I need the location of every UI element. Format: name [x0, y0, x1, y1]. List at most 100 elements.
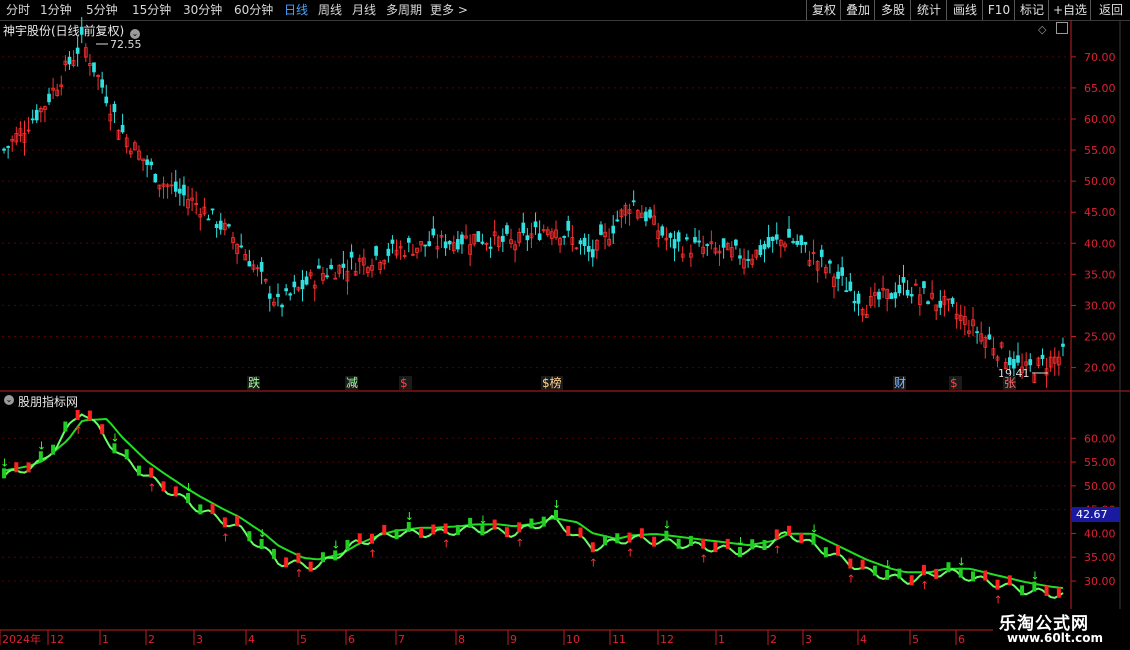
- candle-body: [100, 79, 104, 88]
- up-arrow-icon: ↑: [626, 547, 635, 560]
- candle-body: [505, 225, 509, 234]
- main-chart-title: 神宇股份(日线 前复权) ⌄: [3, 22, 141, 39]
- signal-bar: [578, 527, 583, 538]
- candle-body: [284, 288, 288, 292]
- y-tick-label: 50.00: [1084, 175, 1116, 188]
- main-y-ticks: 70.00 65.00 60.00 55.00 50.00 45.00 40.00 35.00…: [1071, 51, 1116, 375]
- candles: [2, 16, 1065, 388]
- signal-bar: [480, 525, 485, 536]
- down-arrow-icon: ↓: [331, 538, 340, 551]
- signal-bar: [529, 518, 534, 529]
- signal-bar: [235, 516, 240, 527]
- x-ticks: 2024年 12 1 2 3 4 5 6 7 8 9 10 11 12 1 2 3 4 5 6: [0, 630, 965, 646]
- candle-body: [333, 277, 338, 280]
- main-grid: [2, 56, 1071, 369]
- candle-body: [852, 300, 857, 304]
- signal-bar: [725, 538, 730, 549]
- candle-body: [47, 93, 51, 103]
- candle-body: [480, 241, 485, 244]
- signal-bar: [161, 481, 166, 492]
- candle-body: [705, 244, 710, 246]
- signal-bar: [1020, 585, 1025, 596]
- candle-body: [721, 238, 726, 248]
- y-tick-label: 65.00: [1084, 82, 1116, 95]
- x-tick-label: 2: [148, 633, 155, 646]
- signal-bar: [517, 522, 522, 533]
- candle-body: [631, 200, 636, 203]
- indicator-slow-line: [3, 417, 1064, 589]
- candle-body: [247, 261, 252, 267]
- y-tick-label: 60.00: [1084, 113, 1116, 126]
- x-tick-label: 2024年: [2, 632, 41, 646]
- signal-bar: [737, 547, 742, 558]
- up-arrow-icon: ↑: [294, 567, 303, 580]
- candle-body: [774, 234, 779, 240]
- candle-body: [840, 267, 845, 276]
- y-tick-label: 50.00: [1084, 480, 1116, 493]
- down-arrow-icon: ↓: [258, 527, 267, 540]
- signal-bar: [603, 535, 608, 546]
- down-arrow-icon: ↓: [0, 456, 9, 469]
- window-icon[interactable]: [1056, 22, 1068, 34]
- candle-body: [766, 236, 771, 248]
- x-tick-label: 11: [612, 633, 626, 646]
- candle-body: [317, 265, 321, 269]
- signal-bar: [885, 569, 890, 580]
- x-tick-label: 3: [196, 633, 203, 646]
- y-tick-label: 40.00: [1084, 237, 1116, 250]
- candle-body: [267, 293, 272, 299]
- down-arrow-icon: ↓: [405, 510, 414, 523]
- indicator-grid: [2, 437, 1071, 582]
- candle-body: [819, 249, 824, 257]
- signal-bar: [198, 504, 203, 515]
- signal-bar: [51, 444, 56, 455]
- candle-body: [112, 103, 117, 113]
- candle-body: [423, 244, 427, 247]
- candle-body: [1061, 343, 1065, 347]
- marker-label: $榜: [542, 375, 562, 390]
- candle-body: [406, 238, 411, 243]
- x-tick-label: 7: [398, 633, 405, 646]
- signal-bar: [664, 530, 669, 541]
- chevron-down-icon[interactable]: ⌄: [130, 29, 141, 39]
- signal-bar: [995, 579, 1000, 590]
- x-tick-label: 1: [102, 633, 109, 646]
- signal-bar: [492, 519, 497, 530]
- candle-body: [975, 331, 979, 334]
- signal-bar: [271, 548, 276, 559]
- x-tick-label: 4: [248, 633, 255, 646]
- candle-body: [770, 236, 775, 242]
- signal-bar: [296, 552, 301, 563]
- y-tick-label: 70.00: [1084, 51, 1116, 64]
- signal-bar: [971, 571, 976, 582]
- candle-body: [173, 181, 178, 192]
- signal-bar: [897, 568, 902, 579]
- signal-bar: [38, 451, 43, 462]
- kline-chart[interactable]: ↓ ↓ ↑ ↓ ↑ ↓ ↑ ↓ ↑ ↓ ↑ ↓ ↑ ↓ ↑ ↓ ↑ ↑ ↓ ↑ ↓ ↑ ↓ ↑ ↓ ↑ ↓ ↑ ↓ 70.00 65.00…: [0, 0, 1130, 650]
- y-tick-label: 55.00: [1084, 456, 1116, 469]
- candle-body: [533, 221, 538, 228]
- diamond-icon[interactable]: ◇: [1038, 23, 1046, 36]
- candle-body: [476, 231, 481, 242]
- candle-body: [120, 124, 125, 133]
- x-tick-label: 6: [348, 633, 355, 646]
- signal-bar: [615, 533, 620, 544]
- signal-bar: [909, 575, 914, 586]
- x-tick-label: 1: [718, 633, 725, 646]
- y-tick-label: 25.00: [1084, 331, 1116, 344]
- signal-bar: [590, 542, 595, 553]
- signal-bar: [627, 532, 632, 543]
- candle-body: [648, 209, 652, 218]
- watermark-url: www.60lt.com: [1007, 631, 1104, 645]
- signal-bar: [63, 421, 68, 432]
- candle-body: [153, 173, 158, 183]
- candle-body: [893, 292, 898, 299]
- y-tick-label: 30.00: [1084, 299, 1116, 312]
- candle-body: [210, 208, 215, 211]
- up-arrow-icon: ↑: [147, 482, 156, 495]
- down-arrow-icon: ↓: [662, 519, 671, 532]
- chevron-down-icon[interactable]: ⌄: [4, 395, 14, 405]
- up-arrow-icon: ↑: [589, 556, 598, 569]
- y-tick-label: 60.00: [1084, 432, 1116, 445]
- candle-body: [456, 239, 460, 250]
